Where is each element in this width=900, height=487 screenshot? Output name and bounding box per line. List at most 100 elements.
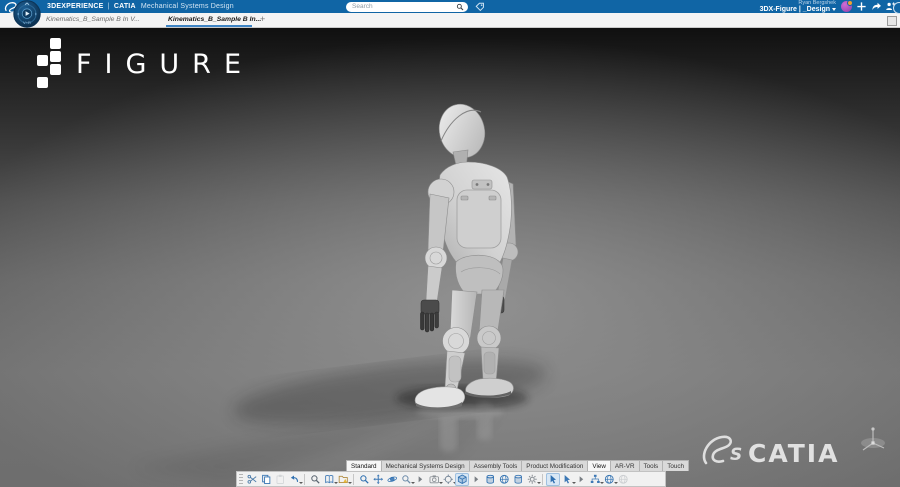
workspace-selector[interactable]: 3DX-Figure | _Design xyxy=(760,6,836,13)
cut-button[interactable] xyxy=(245,473,259,486)
figure-wordmark: FIGURE xyxy=(76,49,254,80)
zoom-button[interactable] xyxy=(399,473,413,486)
capture-icon xyxy=(429,474,440,485)
new-tab-button[interactable]: + xyxy=(260,13,265,27)
action-bar-tabs: StandardMechanical Systems DesignAssembl… xyxy=(346,460,666,471)
center-view-icon xyxy=(443,474,454,485)
open-with-issues-icon xyxy=(338,474,349,485)
search-bar[interactable] xyxy=(346,2,468,12)
toolbar-separator xyxy=(542,474,543,485)
iso-view-icon xyxy=(457,474,468,485)
zoom-icon xyxy=(401,474,412,485)
robot-model[interactable] xyxy=(0,28,900,487)
3d-viewport[interactable]: FIGURE S CATIA xyxy=(0,28,900,487)
toolbar-grip[interactable] xyxy=(239,474,243,484)
brand-catia: CATIA xyxy=(114,3,136,10)
dropdown-caret-icon[interactable] xyxy=(299,482,303,484)
top-bar: 3DEXPERIENCE | CATIA Mechanical Systems … xyxy=(0,0,900,13)
3dexperience-compass[interactable]: V+R xyxy=(13,0,41,28)
document-tab-inactive[interactable]: Kinematics_B_Sample B In V... xyxy=(46,13,140,27)
undo-button[interactable] xyxy=(287,473,301,486)
database-search-icon xyxy=(513,474,524,485)
center-view-button[interactable] xyxy=(441,473,455,486)
active-tab-underline xyxy=(166,25,252,28)
design-tree-button[interactable] xyxy=(588,473,602,486)
undo-icon xyxy=(289,474,300,485)
action-tab-standard[interactable]: Standard xyxy=(346,460,382,471)
dropdown-caret-icon[interactable] xyxy=(348,482,352,484)
application-window: 3DEXPERIENCE | CATIA Mechanical Systems … xyxy=(0,0,900,487)
clipped-help-icon[interactable] xyxy=(893,2,900,14)
action-tab-view[interactable]: View xyxy=(588,460,611,471)
3ds-s-letter: S xyxy=(730,445,742,465)
compass-vr-label: V+R xyxy=(23,20,31,25)
action-tab-mechanical-systems-design[interactable]: Mechanical Systems Design xyxy=(382,460,470,471)
copy-button[interactable] xyxy=(259,473,273,486)
brand-divider: | xyxy=(108,3,110,10)
select-icon xyxy=(548,474,559,485)
rotate-button[interactable] xyxy=(385,473,399,486)
app-brand: 3DEXPERIENCE | CATIA Mechanical Systems … xyxy=(47,3,234,10)
panel-toggle-icon[interactable] xyxy=(887,16,897,26)
share-icon[interactable] xyxy=(871,1,882,12)
capture-button[interactable] xyxy=(427,473,441,486)
options-gear-button[interactable] xyxy=(525,473,539,486)
database-globe-button[interactable] xyxy=(497,473,511,486)
workspace-label: 3DX-Figure | _Design xyxy=(760,6,830,13)
user-block: Ryan Bergshek 3DX-Figure | _Design xyxy=(760,0,836,13)
save-data-button[interactable] xyxy=(483,473,497,486)
action-tab-assembly-tools[interactable]: Assembly Tools xyxy=(470,460,523,471)
explore-icon xyxy=(359,474,370,485)
catia-logo: S CATIA xyxy=(692,429,852,473)
brand-app-name: Mechanical Systems Design xyxy=(141,3,234,10)
catalog-browser-button[interactable] xyxy=(322,473,336,486)
iso-view-button[interactable] xyxy=(455,473,469,486)
explore-button[interactable] xyxy=(357,473,371,486)
figure-logo-icon xyxy=(36,38,62,90)
action-tab-tools[interactable]: Tools xyxy=(640,460,664,471)
web-offline-button[interactable] xyxy=(616,473,630,486)
add-content-icon[interactable] xyxy=(856,1,867,12)
search-icon[interactable] xyxy=(456,3,464,11)
save-data-icon xyxy=(485,474,496,485)
more-view-commands-button[interactable] xyxy=(413,473,427,486)
more-select-icon xyxy=(576,474,587,485)
3ds-swoosh-icon xyxy=(704,437,731,463)
search-input[interactable] xyxy=(350,2,456,11)
action-bar: StandardMechanical Systems DesignAssembl… xyxy=(236,460,666,487)
user-avatar[interactable] xyxy=(841,1,852,12)
sync-web-button[interactable] xyxy=(602,473,616,486)
select-button[interactable] xyxy=(546,473,560,486)
cut-icon xyxy=(247,474,258,485)
tag-search-icon[interactable] xyxy=(475,2,485,12)
database-search-button[interactable] xyxy=(511,473,525,486)
brand-3dexperience: 3DEXPERIENCE xyxy=(47,3,103,10)
catia-wordmark: CATIA xyxy=(748,439,839,468)
web-offline-icon xyxy=(618,474,629,485)
more-view-commands-icon xyxy=(415,474,426,485)
more-views-icon xyxy=(471,474,482,485)
toolbar-separator xyxy=(304,474,305,485)
more-select-button[interactable] xyxy=(574,473,588,486)
chevron-down-icon xyxy=(832,8,836,11)
search-button[interactable] xyxy=(308,473,322,486)
notification-dot xyxy=(847,0,853,6)
select-database-icon xyxy=(562,474,573,485)
sync-web-icon xyxy=(604,474,615,485)
navigation-triad-icon[interactable] xyxy=(856,421,890,459)
paste-icon xyxy=(275,474,286,485)
action-tab-touch[interactable]: Touch xyxy=(663,460,689,471)
dropdown-caret-icon[interactable] xyxy=(537,482,541,484)
more-views-button[interactable] xyxy=(469,473,483,486)
figure-logo: FIGURE xyxy=(36,38,254,90)
rotate-icon xyxy=(387,474,398,485)
document-tab-bar: Kinematics_B_Sample B In V... Kinematics… xyxy=(0,13,900,28)
options-gear-icon xyxy=(527,474,538,485)
pan-button[interactable] xyxy=(371,473,385,486)
paste-button[interactable] xyxy=(273,473,287,486)
open-with-issues-button[interactable] xyxy=(336,473,350,486)
design-tree-icon xyxy=(590,474,601,485)
action-tab-ar-vr[interactable]: AR-VR xyxy=(611,460,640,471)
select-database-button[interactable] xyxy=(560,473,574,486)
action-tab-product-modification[interactable]: Product Modification xyxy=(522,460,588,471)
